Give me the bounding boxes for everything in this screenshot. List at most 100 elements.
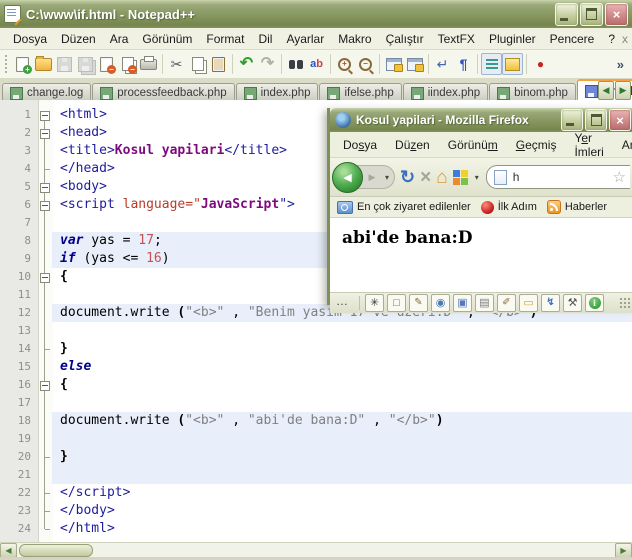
close-all-icon[interactable]: − xyxy=(117,53,138,75)
doc-map-icon[interactable] xyxy=(502,53,523,75)
home-button[interactable]: ⌂ xyxy=(436,168,447,187)
close-button[interactable]: × xyxy=(605,2,628,26)
zoom-out-icon[interactable]: − xyxy=(355,53,376,75)
npp-menu-ayarlar[interactable]: Ayarlar xyxy=(279,30,331,48)
ff-menu-geçmiş[interactable]: Geçmiş xyxy=(509,136,564,154)
fold-collapse-icon[interactable] xyxy=(40,129,50,139)
close-icon[interactable]: − xyxy=(96,53,117,75)
tab-scroll-right-button[interactable]: ▶ xyxy=(615,81,631,100)
firefox-maximize-button[interactable] xyxy=(585,109,607,131)
quick-launch-grid-icon[interactable] xyxy=(452,169,468,185)
ff-menu-yerimleri[interactable]: Yer İmleri xyxy=(567,129,610,161)
npp-menu-ara[interactable]: Ara xyxy=(103,30,136,48)
firefox-close-button[interactable]: × xyxy=(609,109,631,131)
globe-icon[interactable]: ◉ xyxy=(431,294,450,312)
minimize-button[interactable] xyxy=(555,2,578,26)
tab-scroll-left-button[interactable]: ◀ xyxy=(598,81,614,100)
fold-marker[interactable] xyxy=(38,124,52,142)
line-number: 10 xyxy=(17,270,31,283)
document-close-icon[interactable]: x xyxy=(622,32,632,46)
fold-marker[interactable] xyxy=(38,196,52,214)
image-icon[interactable]: ▭ xyxy=(519,294,538,312)
ff-menu-düzen[interactable]: Düzen xyxy=(388,136,437,154)
npp-menu-pluginler[interactable]: Pluginler xyxy=(482,30,543,48)
copy-icon[interactable] xyxy=(187,53,208,75)
bookmark-haberler[interactable]: Haberler xyxy=(546,200,607,214)
save-icon[interactable] xyxy=(54,53,75,75)
back-button[interactable]: ◀ xyxy=(332,161,363,193)
sync-horizontal-icon[interactable] xyxy=(404,53,425,75)
firefox-minimize-button[interactable] xyxy=(561,109,583,131)
fold-collapse-icon[interactable] xyxy=(40,111,50,121)
fold-marker[interactable] xyxy=(38,268,52,286)
npp-menu-grnm[interactable]: Görünüm xyxy=(135,30,199,48)
undo-icon[interactable]: ↶ xyxy=(236,53,257,75)
scroll-left-arrow[interactable]: ◀ xyxy=(0,542,17,558)
indent-guide-icon[interactable] xyxy=(481,53,502,75)
bug-icon[interactable]: ✳ xyxy=(365,294,384,312)
replace-icon[interactable]: ab xyxy=(306,53,327,75)
bolt-icon[interactable]: ↯ xyxy=(541,294,560,312)
note-icon[interactable]: ✐ xyxy=(497,294,516,312)
fold-collapse-icon[interactable] xyxy=(40,183,50,193)
pencil-icon[interactable]: ✎ xyxy=(409,294,428,312)
npp-menu-textfx[interactable]: TextFX xyxy=(431,30,482,48)
npp-menu-dil[interactable]: Dil xyxy=(251,30,279,48)
scroll-right-arrow[interactable]: ▶ xyxy=(615,542,632,558)
print-icon[interactable]: ▤ xyxy=(475,294,494,312)
ff-menu-dosya[interactable]: Dosya xyxy=(336,136,384,154)
ff-menu-araçla[interactable]: Araçla xyxy=(615,136,632,154)
maximize-button[interactable] xyxy=(580,2,603,26)
url-text[interactable]: h xyxy=(513,170,607,184)
reload-button[interactable]: ↻ xyxy=(400,168,415,186)
toolbar-overflow-chevron[interactable]: » xyxy=(617,57,628,72)
cut-icon[interactable]: ✂ xyxy=(166,53,187,75)
grid-dropdown-icon[interactable]: ▾ xyxy=(473,173,481,182)
new-file-icon[interactable]: + xyxy=(12,53,33,75)
tools-icon[interactable]: ⚒ xyxy=(563,294,582,312)
fold-marker[interactable] xyxy=(38,376,52,394)
bookmark-en-çok-ziyaret-edilenler[interactable]: En çok ziyaret edilenler xyxy=(337,200,471,214)
fold-collapse-icon[interactable] xyxy=(40,381,50,391)
find-icon[interactable] xyxy=(285,53,306,75)
npp-menu-pencere[interactable]: Pencere xyxy=(543,30,602,48)
fold-marker[interactable] xyxy=(38,178,52,196)
location-bar[interactable]: h ☆ xyxy=(485,165,630,189)
print-icon[interactable] xyxy=(138,53,159,75)
zoom-in-icon[interactable]: + xyxy=(334,53,355,75)
npp-menu-altr[interactable]: Çalıştır xyxy=(379,30,431,48)
bookmark-i-lk-adım[interactable]: İlk Adım xyxy=(480,200,537,214)
npp-menu-format[interactable]: Format xyxy=(199,30,251,48)
bookmark-star-icon[interactable]: ☆ xyxy=(613,170,626,185)
fold-marker[interactable] xyxy=(38,106,52,124)
sync-vertical-icon[interactable] xyxy=(383,53,404,75)
npp-menu-?[interactable]: ? xyxy=(601,30,622,48)
save-all-icon[interactable] xyxy=(75,53,96,75)
resize-grip[interactable] xyxy=(619,297,631,309)
horizontal-scrollbar[interactable]: ◀ ▶ xyxy=(0,542,632,558)
new-page-icon[interactable]: □ xyxy=(387,294,406,312)
record-macro-icon[interactable]: ● xyxy=(530,53,551,75)
paste-icon[interactable] xyxy=(208,53,229,75)
forward-button[interactable]: ▶ xyxy=(361,168,383,186)
toolbar-grip[interactable] xyxy=(4,54,8,74)
show-all-chars-icon[interactable]: ¶ xyxy=(453,53,474,75)
open-file-icon[interactable] xyxy=(33,53,54,75)
fold-collapse-icon[interactable] xyxy=(40,273,50,283)
firefox-titlebar[interactable]: Kosul yapilari - Mozilla Firefox × xyxy=(330,108,632,132)
stop-button[interactable]: × xyxy=(420,168,431,187)
redo-icon[interactable]: ↷ xyxy=(257,53,278,75)
scrollbar-thumb[interactable] xyxy=(19,543,93,557)
npp-menu-dosya[interactable]: Dosya xyxy=(6,30,54,48)
history-dropdown-icon[interactable]: ▾ xyxy=(383,173,391,182)
file-saved-icon xyxy=(497,86,511,100)
fold-collapse-icon[interactable] xyxy=(40,201,50,211)
npp-menu-makro[interactable]: Makro xyxy=(331,30,378,48)
statusbar-collapse-icon[interactable]: … xyxy=(334,294,354,312)
info-icon[interactable]: i xyxy=(585,294,604,312)
npp-menu-dzen[interactable]: Düzen xyxy=(54,30,103,48)
save-icon[interactable]: ▣ xyxy=(453,294,472,312)
notepadpp-titlebar[interactable]: C:\www\if.html - Notepad++ × xyxy=(0,0,632,28)
word-wrap-icon[interactable]: ↵ xyxy=(432,53,453,75)
ff-menu-görünüm[interactable]: Görünüm xyxy=(441,136,505,154)
